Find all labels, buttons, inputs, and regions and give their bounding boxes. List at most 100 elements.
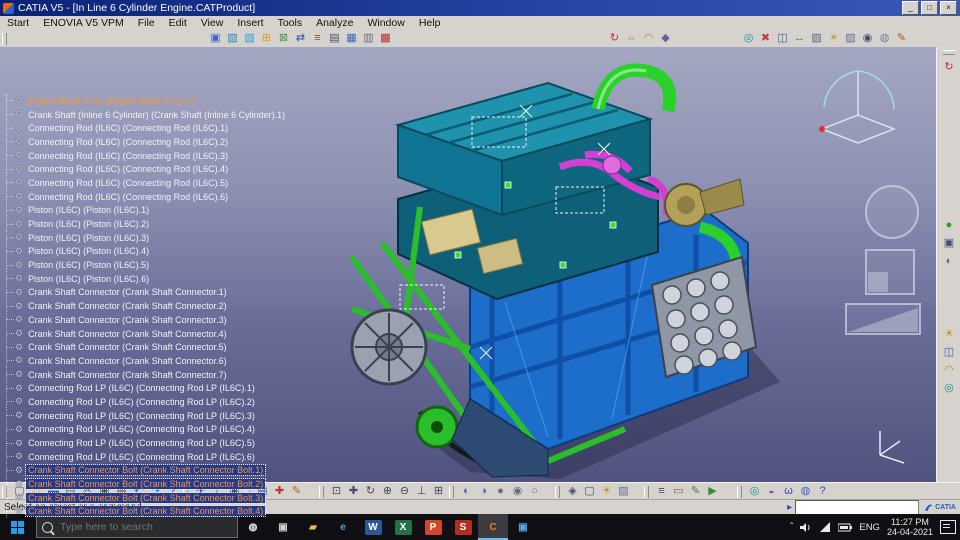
- zoom-out-icon[interactable]: ⊖: [396, 484, 413, 499]
- language-indicator[interactable]: ENG: [859, 522, 880, 533]
- render-icon[interactable]: ◐: [939, 252, 959, 270]
- tree-item[interactable]: ⚙ Engine Block 6 Cy. (Engine Block 6 Cy.…: [7, 94, 287, 108]
- tree-item[interactable]: ⚙ Crank Shaft Connector Bolt (Crank Shaf…: [7, 477, 287, 491]
- multi-instantiation-icon[interactable]: ▩: [377, 31, 394, 46]
- menu-item[interactable]: Tools: [271, 16, 310, 30]
- tree-item[interactable]: ⚙ Crank Shaft Connector (Crank Shaft Con…: [7, 368, 287, 382]
- speaker-icon[interactable]: [800, 522, 812, 533]
- tree-item[interactable]: ⚙ Piston (IL6C) (Piston (IL6C).1): [7, 204, 287, 218]
- battery-icon[interactable]: [838, 523, 853, 532]
- tree-item[interactable]: ⚙ Crank Shaft Connector (Crank Shaft Con…: [7, 286, 287, 300]
- product-icon[interactable]: ▧: [224, 31, 241, 46]
- tree-item[interactable]: ⚙ Connecting Rod LP (IL6C) (Connecting R…: [7, 450, 287, 464]
- taskbar-sql[interactable]: S: [448, 514, 478, 540]
- tree-item[interactable]: ⚙ Connecting Rod LP (IL6C) (Connecting R…: [7, 381, 287, 395]
- front-view-icon[interactable]: ▢: [581, 484, 598, 499]
- tray-chevron-icon[interactable]: ˆ: [790, 522, 793, 533]
- camera-icon[interactable]: ▣: [939, 234, 959, 252]
- tree-item[interactable]: ⚙ Crank Shaft Connector Bolt (Crank Shaf…: [7, 491, 287, 505]
- menu-item[interactable]: Analyze: [309, 16, 360, 30]
- tree-item[interactable]: ⚙ Crank Shaft Connector Bolt (Crank Shaf…: [7, 464, 287, 478]
- pan-icon[interactable]: ✚: [345, 484, 362, 499]
- component-icon[interactable]: ▣: [207, 31, 224, 46]
- depth-effect-icon[interactable]: ▨: [842, 31, 859, 46]
- maximize-button[interactable]: □: [921, 1, 938, 15]
- tree-item[interactable]: ⚙ Crank Shaft Connector Bolt (Crank Shaf…: [7, 505, 287, 519]
- menu-item[interactable]: Start: [0, 16, 36, 30]
- 3d-viewport[interactable]: ⚙ Engine Block 6 Cy. (Engine Block 6 Cy.…: [0, 47, 936, 519]
- macro-play-icon[interactable]: ▶: [704, 484, 721, 499]
- web-icon[interactable]: ◍: [797, 484, 814, 499]
- taskbar-file-explorer[interactable]: ▰: [298, 514, 328, 540]
- layers-icon[interactable]: ≡: [653, 484, 670, 499]
- tree-item[interactable]: ⚙ Connecting Rod LP (IL6C) (Connecting R…: [7, 409, 287, 423]
- menu-item[interactable]: Insert: [230, 16, 270, 30]
- existing-component-icon[interactable]: ⊞: [258, 31, 275, 46]
- tree-item[interactable]: ⚙ Connecting Rod LP (IL6C) (Connecting R…: [7, 395, 287, 409]
- annotations-icon[interactable]: ✎: [893, 31, 910, 46]
- lighting-icon[interactable]: ☀: [598, 484, 615, 499]
- taskbar-edge[interactable]: e: [328, 514, 358, 540]
- multi-view-icon[interactable]: ⊞: [430, 484, 447, 499]
- sectioning-icon[interactable]: ◫: [774, 31, 791, 46]
- tree-item[interactable]: ⚙ Connecting Rod LP (IL6C) (Connecting R…: [7, 436, 287, 450]
- light-icon[interactable]: ☀: [939, 325, 959, 343]
- taskbar-photos[interactable]: ▣: [508, 514, 538, 540]
- taskbar-powerpoint[interactable]: P: [418, 514, 448, 540]
- tree-item[interactable]: ⚙ Piston (IL6C) (Piston (IL6C).3): [7, 231, 287, 245]
- tree-item[interactable]: ⚙ Connecting Rod (IL6C) (Connecting Rod …: [7, 190, 287, 204]
- sketcher-icon[interactable]: ✎: [288, 484, 305, 499]
- rotate-icon[interactable]: ↻: [362, 484, 379, 499]
- update-icon[interactable]: ↻: [606, 31, 623, 46]
- mass-properties-icon[interactable]: ◆: [657, 31, 674, 46]
- wireframe-icon[interactable]: ○: [526, 484, 543, 499]
- tree-item[interactable]: ⚙ Connecting Rod (IL6C) (Connecting Rod …: [7, 121, 287, 135]
- menu-item[interactable]: View: [194, 16, 231, 30]
- measure-between-icon[interactable]: ⇔: [623, 31, 640, 46]
- x-ray-icon[interactable]: ◍: [876, 31, 893, 46]
- tree-item[interactable]: ⚙ Connecting Rod (IL6C) (Connecting Rod …: [7, 149, 287, 163]
- ruler-icon[interactable]: ▭: [670, 484, 687, 499]
- tree-item[interactable]: ⚙ Crank Shaft Connector (Crank Shaft Con…: [7, 354, 287, 368]
- tree-item[interactable]: ⚙ Piston (IL6C) (Piston (IL6C).2): [7, 217, 287, 231]
- catalog-browser-icon[interactable]: ◎: [740, 31, 757, 46]
- manage-representations-icon[interactable]: ▥: [360, 31, 377, 46]
- apply-material-icon[interactable]: ●: [939, 216, 959, 234]
- search-input[interactable]: [58, 520, 232, 534]
- tree-item[interactable]: ⚙ Crank Shaft Connector (Crank Shaft Con…: [7, 299, 287, 313]
- measure-item-icon[interactable]: ◠: [640, 31, 657, 46]
- selective-load-icon[interactable]: ▦: [343, 31, 360, 46]
- close-button[interactable]: ×: [940, 1, 957, 15]
- distance-band-icon[interactable]: ↔: [791, 31, 808, 46]
- swap-visible-space-icon[interactable]: ◑: [475, 484, 492, 499]
- zoom-in-icon[interactable]: ⊕: [379, 484, 396, 499]
- fit-all-in-icon[interactable]: ⊡: [328, 484, 345, 499]
- generate-numbering-icon[interactable]: ▤: [326, 31, 343, 46]
- update-icon[interactable]: ↻: [939, 58, 959, 76]
- lighting-icon[interactable]: ☀: [825, 31, 842, 46]
- painter-icon[interactable]: ✎: [687, 484, 704, 499]
- menu-item[interactable]: Window: [360, 16, 411, 30]
- network-icon[interactable]: [819, 521, 831, 533]
- measure-icon[interactable]: ◠: [939, 361, 959, 379]
- whats-this-icon[interactable]: ?: [814, 484, 831, 499]
- toolbar-grip[interactable]: [2, 32, 7, 45]
- minimize-button[interactable]: _: [902, 1, 919, 15]
- depth-effect-icon[interactable]: ▨: [615, 484, 632, 499]
- section-icon[interactable]: ◫: [939, 343, 959, 361]
- magnifier-icon[interactable]: ◉: [859, 31, 876, 46]
- taskbar-clock[interactable]: 11:27 PM 24-04-2021: [887, 517, 933, 537]
- compass[interactable]: [814, 59, 900, 151]
- menu-item[interactable]: ENOVIA V5 VPM: [36, 16, 131, 30]
- hide-show-icon[interactable]: ◐: [458, 484, 475, 499]
- normal-view-icon[interactable]: ⊥: [413, 484, 430, 499]
- menu-item[interactable]: Edit: [162, 16, 194, 30]
- taskbar-word[interactable]: W: [358, 514, 388, 540]
- cache-icon[interactable]: ◒: [763, 484, 780, 499]
- power-input[interactable]: [795, 500, 920, 515]
- tree-item[interactable]: ⚙ Crank Shaft Connector (Crank Shaft Con…: [7, 340, 287, 354]
- existing-component-positioned-icon[interactable]: ⊠: [275, 31, 292, 46]
- tree-item[interactable]: ⚙ Crank Shaft (Inline 6 Cylinder) (Crank…: [7, 108, 287, 122]
- taskbar-excel[interactable]: X: [388, 514, 418, 540]
- tree-item[interactable]: ⚙ Crank Shaft Connector (Crank Shaft Con…: [7, 313, 287, 327]
